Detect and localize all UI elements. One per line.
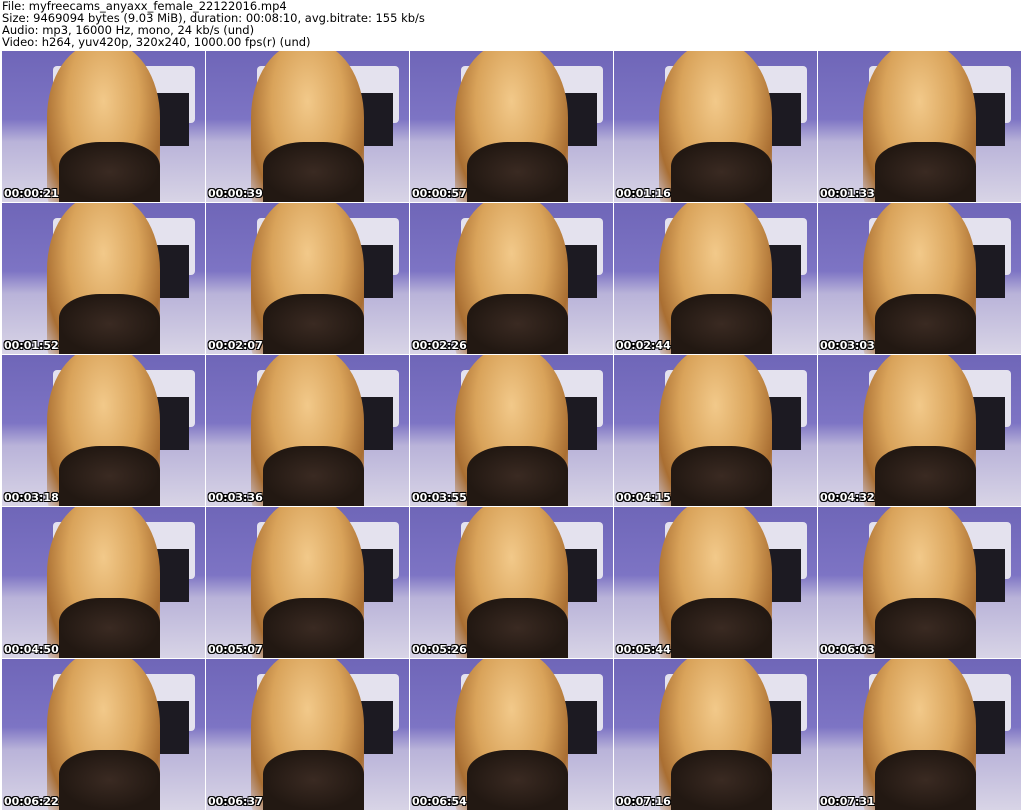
timestamp: 00:00:21 [4,187,59,200]
video-thumbnail: 00:06:54 [410,659,613,810]
video-thumbnail: 00:01:33 [818,51,1021,202]
timestamp: 00:01:52 [4,339,59,352]
timestamp: 00:03:18 [4,491,59,504]
video-info: Video: h264, yuv420p, 320x240, 1000.00 f… [2,35,311,49]
stockings [874,141,977,202]
timestamp: 00:06:54 [412,795,467,808]
timestamp: 00:07:16 [616,795,671,808]
video-thumbnail: 00:06:03 [818,507,1021,658]
video-thumbnail: 00:05:07 [206,507,409,658]
timestamp: 00:02:07 [208,339,263,352]
video-thumbnail: 00:07:16 [614,659,817,810]
stockings [466,293,569,354]
video-thumbnail: 00:07:31 [818,659,1021,810]
timestamp: 00:05:44 [616,643,671,656]
file-info-header: File: myfreecams_anyaxx_female_22122016.… [2,0,425,48]
thumbnail-grid: 00:00:21 00:00:39 00:00:57 00:01:16 00:01:33… [2,51,1021,810]
video-thumbnail: 00:01:16 [614,51,817,202]
video-thumbnail: 00:06:22 [2,659,205,810]
stockings [670,597,773,658]
timestamp: 00:04:50 [4,643,59,656]
timestamp: 00:00:57 [412,187,467,200]
video-thumbnail: 00:04:15 [614,355,817,506]
timestamp: 00:04:32 [820,491,875,504]
stockings [58,597,161,658]
video-thumbnail: 00:02:44 [614,203,817,354]
stockings [58,445,161,506]
stockings [670,445,773,506]
video-thumbnail: 00:04:32 [818,355,1021,506]
timestamp: 00:03:36 [208,491,263,504]
timestamp: 00:00:39 [208,187,263,200]
video-thumbnail: 00:03:18 [2,355,205,506]
stockings [670,749,773,810]
timestamp: 00:06:22 [4,795,59,808]
video-thumbnail: 00:04:50 [2,507,205,658]
timestamp: 00:01:16 [616,187,671,200]
stockings [874,749,977,810]
timestamp: 00:02:44 [616,339,671,352]
video-thumbnail: 00:06:37 [206,659,409,810]
stockings [874,445,977,506]
stockings [466,445,569,506]
timestamp: 00:02:26 [412,339,467,352]
timestamp: 00:01:33 [820,187,875,200]
stockings [58,749,161,810]
video-thumbnail: 00:00:21 [2,51,205,202]
stockings [874,597,977,658]
stockings [262,749,365,810]
video-thumbnail: 00:02:26 [410,203,613,354]
timestamp: 00:06:03 [820,643,875,656]
stockings [262,445,365,506]
timestamp: 00:05:07 [208,643,263,656]
video-thumbnail: 00:00:39 [206,51,409,202]
video-thumbnail: 00:03:55 [410,355,613,506]
stockings [262,293,365,354]
stockings [262,141,365,202]
video-thumbnail: 00:02:07 [206,203,409,354]
stockings [58,293,161,354]
stockings [670,293,773,354]
timestamp: 00:04:15 [616,491,671,504]
video-thumbnail: 00:05:26 [410,507,613,658]
stockings [262,597,365,658]
timestamp: 00:05:26 [412,643,467,656]
timestamp: 00:03:55 [412,491,467,504]
stockings [466,141,569,202]
video-thumbnail: 00:03:03 [818,203,1021,354]
video-thumbnail: 00:05:44 [614,507,817,658]
stockings [670,141,773,202]
stockings [466,597,569,658]
stockings [58,141,161,202]
video-thumbnail: 00:01:52 [2,203,205,354]
timestamp: 00:06:37 [208,795,263,808]
stockings [874,293,977,354]
timestamp: 00:03:03 [820,339,875,352]
video-thumbnail: 00:03:36 [206,355,409,506]
timestamp: 00:07:31 [820,795,875,808]
stockings [466,749,569,810]
video-thumbnail: 00:00:57 [410,51,613,202]
